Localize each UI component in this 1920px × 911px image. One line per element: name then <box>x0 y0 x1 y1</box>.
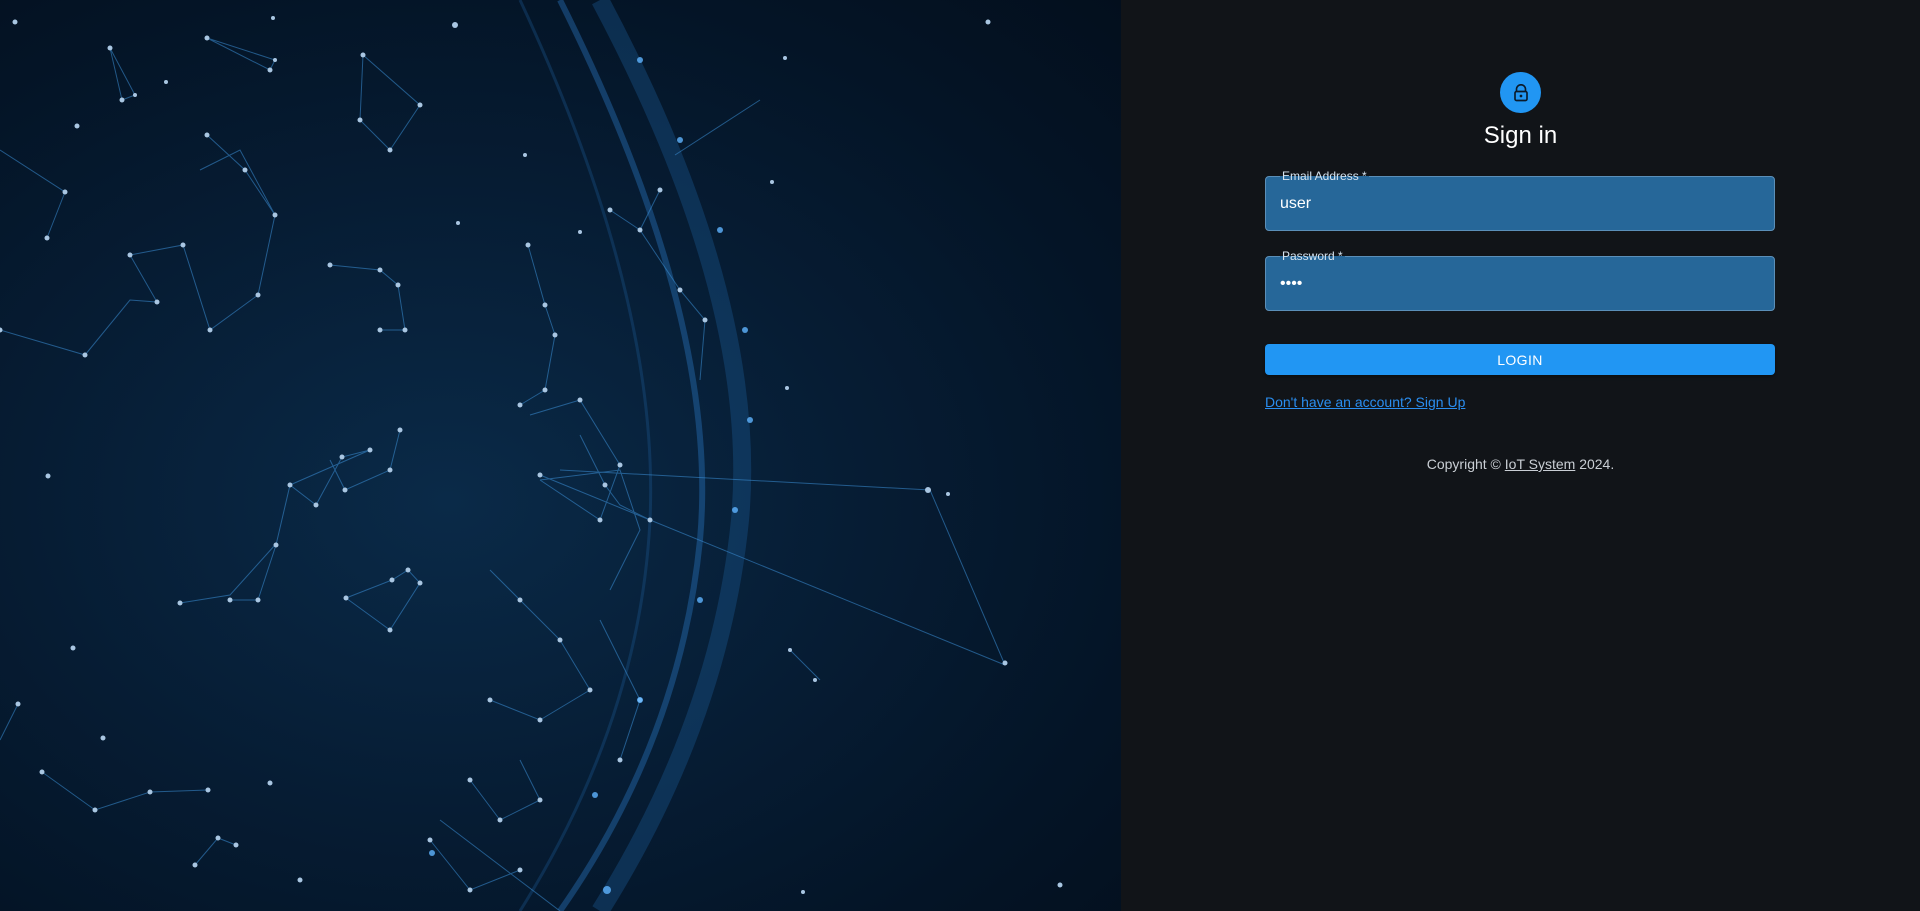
lock-icon <box>1513 83 1528 101</box>
copyright-footer: Copyright © IoT System 2024. <box>1121 456 1920 472</box>
lock-avatar <box>1500 72 1541 113</box>
brand-link[interactable]: IoT System <box>1505 456 1576 472</box>
network-mesh-graphic <box>0 0 1063 911</box>
email-field[interactable]: Email Address * <box>1265 169 1775 231</box>
login-button[interactable]: LOGIN <box>1265 344 1775 375</box>
copyright-prefix: Copyright © <box>1426 456 1501 472</box>
page-title: Sign in <box>1483 122 1558 149</box>
copyright-year: 2024. <box>1579 456 1615 472</box>
sign-up-link[interactable]: Don't have an account? Sign Up <box>1265 394 1465 410</box>
network-background-image <box>0 0 1121 911</box>
login-page: Sign in Email Address * Password * LOGIN… <box>0 0 1920 911</box>
password-field[interactable]: Password * <box>1265 249 1775 311</box>
password-input[interactable] <box>1280 257 1760 310</box>
email-input[interactable] <box>1280 177 1760 230</box>
sign-in-panel: Sign in Email Address * Password * LOGIN… <box>1121 0 1920 911</box>
